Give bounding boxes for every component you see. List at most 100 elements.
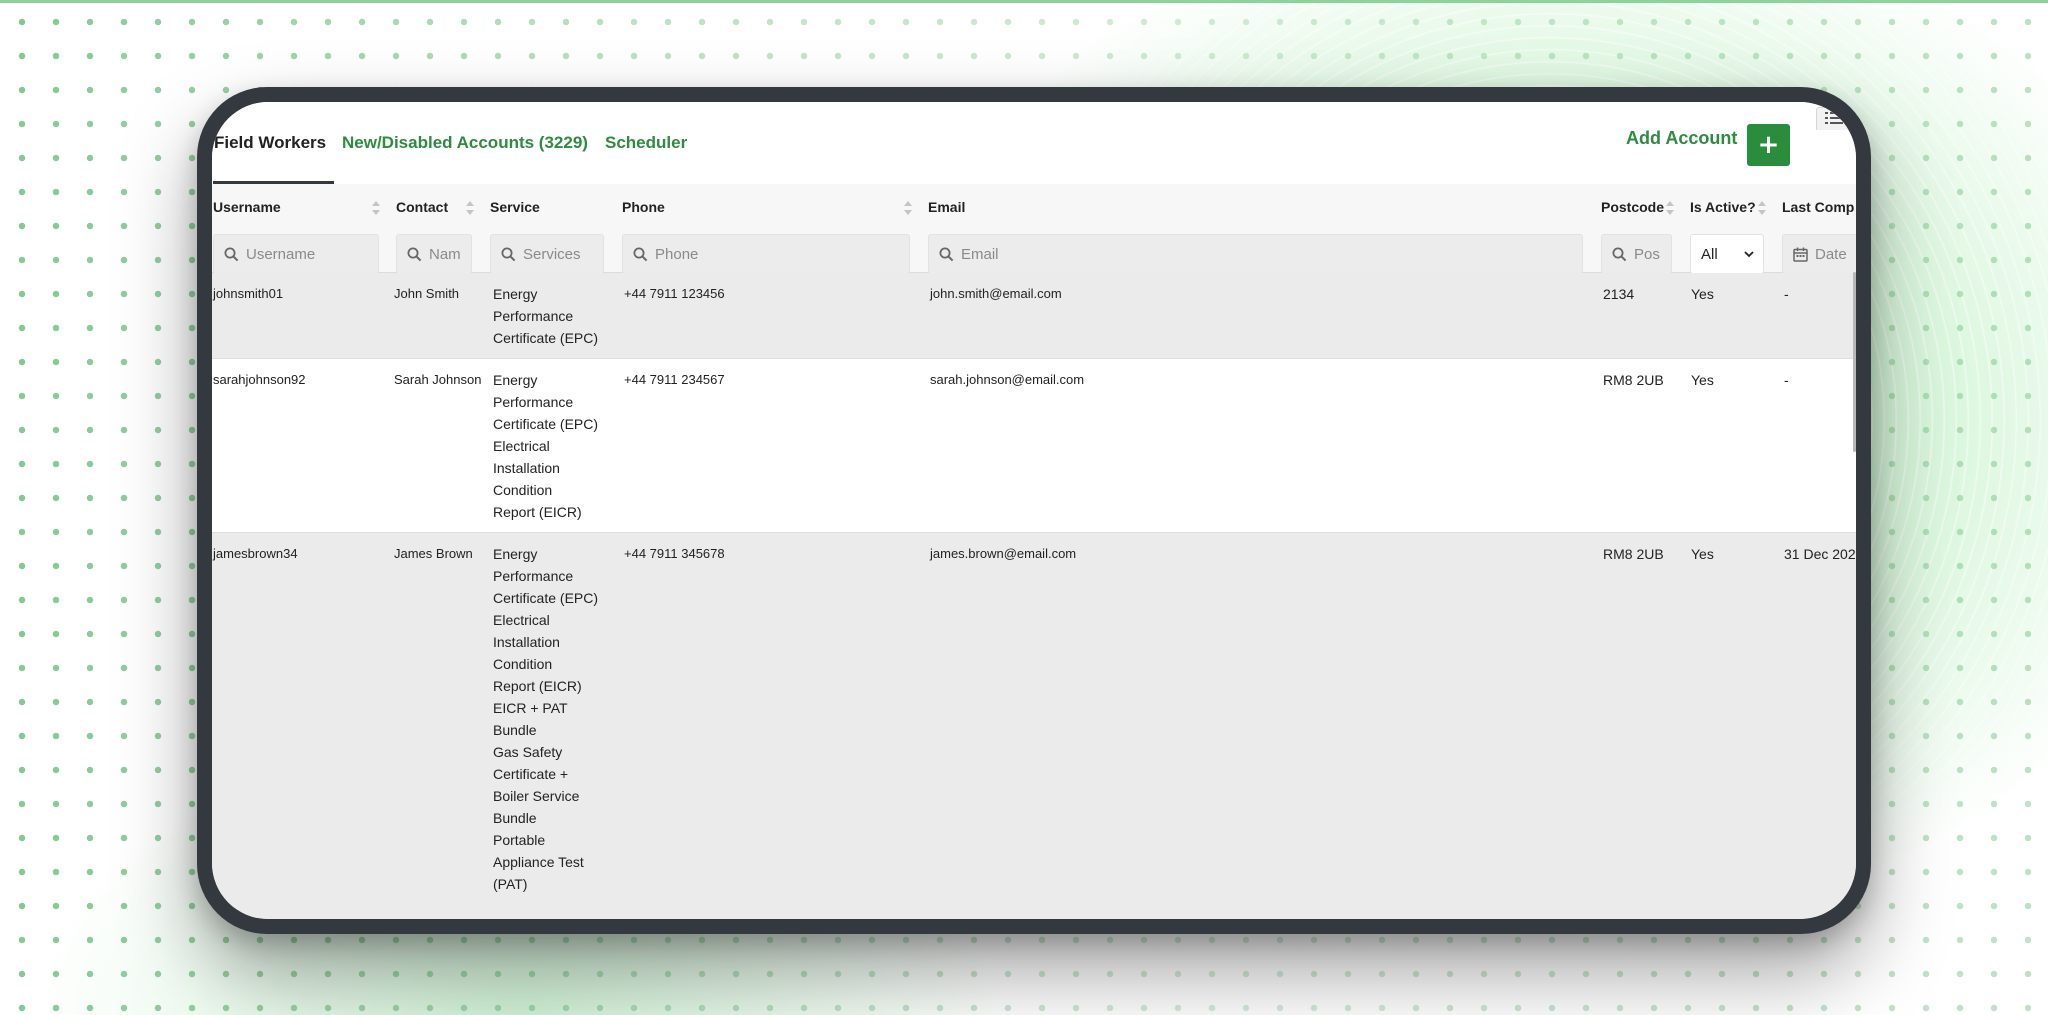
calendar-icon	[1793, 247, 1808, 262]
column-header-email[interactable]: Email	[928, 199, 965, 215]
service-line: Bundle	[493, 722, 537, 738]
column-header-last-completed[interactable]: Last Comp	[1782, 199, 1854, 215]
postcode-filter-input[interactable]	[1634, 235, 1667, 273]
plus-icon: +	[1757, 130, 1780, 160]
vertical-scrollbar[interactable]	[1853, 272, 1856, 452]
top-accent-line	[0, 0, 2048, 3]
username-filter-field[interactable]	[213, 234, 379, 274]
cell-last-completed: -	[1784, 372, 1789, 388]
search-icon	[224, 247, 239, 262]
service-line: Report (EICR)	[493, 678, 582, 694]
service-line: Portable	[493, 832, 546, 848]
phone-filter-field[interactable]	[622, 234, 910, 274]
column-header-postcode[interactable]: Postcode	[1601, 199, 1664, 215]
service-line: Certificate +	[493, 766, 569, 782]
search-icon	[633, 247, 648, 262]
contact-filter-input[interactable]	[429, 235, 467, 273]
cell-username: johnsmith01	[213, 286, 284, 301]
service-line: Energy	[493, 286, 538, 302]
cell-phone: +44 7911 123456	[624, 286, 725, 301]
search-icon	[1612, 247, 1627, 262]
tab-new-disabled-accounts[interactable]: New/Disabled Accounts (3229)	[342, 102, 588, 184]
service-filter-field[interactable]	[490, 234, 604, 274]
is-active-selected-value: All	[1701, 246, 1718, 263]
cell-postcode: RM8 2UB	[1603, 372, 1664, 388]
chevron-down-icon	[1744, 251, 1754, 258]
postcode-filter-field[interactable]	[1601, 234, 1672, 274]
service-line: Energy	[493, 546, 538, 562]
cell-contact: John Smith	[394, 286, 460, 301]
search-icon	[407, 247, 422, 262]
contact-filter-field[interactable]	[396, 234, 472, 274]
table-row[interactable]: jamesbrown34 James Brown Energy Performa…	[212, 533, 1856, 919]
table-row[interactable]: johnsmith01 John Smith Energy Performanc…	[212, 273, 1856, 359]
service-line: Electrical	[493, 438, 550, 454]
phone-sort-icon[interactable]	[904, 201, 912, 215]
username-sort-icon[interactable]	[372, 201, 380, 215]
phone-filter-input[interactable]	[655, 235, 905, 273]
column-header-is-active[interactable]: Is Active?	[1690, 199, 1756, 215]
service-filter-input[interactable]	[523, 235, 599, 273]
column-header-phone[interactable]: Phone	[622, 199, 665, 215]
last-completed-date-input[interactable]	[1815, 235, 1856, 273]
column-header-service: Service	[490, 199, 540, 215]
search-icon	[939, 247, 954, 262]
service-line: (PAT)	[493, 876, 528, 892]
service-line: Condition	[493, 482, 553, 498]
column-header-contact[interactable]: Contact	[396, 199, 448, 215]
tablet-frame: Field Workers New/Disabled Accounts (322…	[197, 87, 1871, 934]
cell-services: Energy Performance Certificate (EPC) Ele…	[493, 369, 605, 523]
cell-phone: +44 7911 234567	[624, 372, 725, 387]
cell-email: james.brown@email.com	[930, 546, 1077, 561]
is-active-filter-select[interactable]: All	[1690, 234, 1764, 274]
service-line: Appliance Test	[493, 854, 584, 870]
tab-scheduler[interactable]: Scheduler	[605, 102, 687, 184]
cell-services: Energy Performance Certificate (EPC) Ele…	[493, 543, 605, 895]
cell-is-active: Yes	[1691, 546, 1714, 562]
contact-sort-icon[interactable]	[466, 201, 474, 215]
cell-username: jamesbrown34	[213, 546, 298, 561]
username-filter-input[interactable]	[246, 235, 374, 273]
add-account-link[interactable]: Add Account	[1626, 128, 1737, 149]
service-line: Performance	[493, 308, 574, 324]
app-screen: Field Workers New/Disabled Accounts (322…	[212, 102, 1856, 919]
tab-bar: Field Workers New/Disabled Accounts (322…	[212, 102, 1856, 185]
cell-services: Energy Performance Certificate (EPC)	[493, 283, 605, 349]
add-account-button[interactable]: +	[1747, 124, 1790, 166]
service-line: Electrical	[493, 612, 550, 628]
table-row[interactable]: sarahjohnson92 Sarah Johnson Energy Perf…	[212, 359, 1856, 533]
cell-contact: James Brown	[394, 546, 473, 561]
column-header-username[interactable]: Username	[213, 199, 281, 215]
service-line: Gas Safety	[493, 744, 563, 760]
email-filter-field[interactable]	[928, 234, 1583, 274]
service-line: Installation	[493, 634, 560, 650]
column-list-icon	[1825, 112, 1843, 124]
cell-phone: +44 7911 345678	[624, 546, 725, 561]
service-line: Energy	[493, 372, 538, 388]
cell-last-completed: -	[1784, 286, 1789, 302]
service-line: Report (EICR)	[493, 504, 582, 520]
email-filter-input[interactable]	[961, 235, 1578, 273]
service-line: Condition	[493, 656, 553, 672]
postcode-sort-icon[interactable]	[1666, 201, 1674, 215]
cell-postcode: 2134	[1603, 286, 1635, 302]
tab-field-workers[interactable]: Field Workers	[213, 102, 334, 185]
cell-is-active: Yes	[1691, 286, 1714, 302]
service-line: Certificate (EPC)	[493, 590, 599, 606]
service-line: Performance	[493, 394, 574, 410]
service-line: Installation	[493, 460, 560, 476]
service-line: Certificate (EPC)	[493, 416, 599, 432]
table-header: Username Contact Service Phone Email Pos…	[212, 184, 1856, 274]
cell-is-active: Yes	[1691, 372, 1714, 388]
cell-postcode: RM8 2UB	[1603, 546, 1664, 562]
service-line: Performance	[493, 568, 574, 584]
service-line: EICR + PAT	[493, 700, 568, 716]
cell-contact: Sarah Johnson	[394, 372, 482, 387]
service-line: Certificate (EPC)	[493, 330, 599, 346]
cell-email: sarah.johnson@email.com	[930, 372, 1085, 387]
cell-last-completed: 31 Dec 202	[1784, 546, 1856, 562]
cell-username: sarahjohnson92	[213, 372, 306, 387]
is-active-sort-icon[interactable]	[1758, 201, 1766, 215]
last-completed-date-filter[interactable]	[1782, 234, 1856, 274]
column-visibility-toggle[interactable]	[1816, 107, 1856, 130]
